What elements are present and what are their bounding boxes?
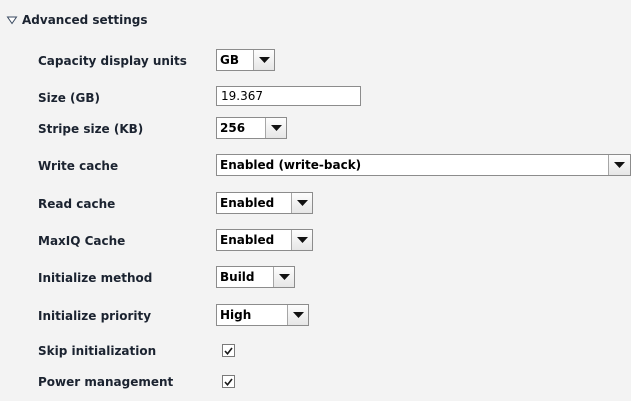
init-priority-dropdown-button[interactable] xyxy=(287,305,308,325)
maxiq-cache-value: Enabled xyxy=(220,233,275,247)
capacity-units-select[interactable]: GB xyxy=(216,49,275,71)
stripe-size-label: Stripe size (KB) xyxy=(38,122,144,136)
triangle-down-icon xyxy=(6,16,18,25)
chevron-down-icon xyxy=(270,125,282,131)
init-method-label: Initialize method xyxy=(38,271,153,285)
size-input[interactable]: 19.367 xyxy=(216,86,361,106)
write-cache-select[interactable]: Enabled (write-back) xyxy=(216,154,631,176)
maxiq-cache-row: MaxIQ Cache Enabled xyxy=(0,229,631,253)
init-priority-value: High xyxy=(220,308,252,322)
maxiq-cache-label: MaxIQ Cache xyxy=(38,234,126,248)
maxiq-cache-select[interactable]: Enabled xyxy=(216,229,313,251)
init-method-dropdown-button[interactable] xyxy=(273,267,294,287)
skip-init-label: Skip initialization xyxy=(38,344,157,358)
power-mgmt-label: Power management xyxy=(38,375,174,389)
checkmark-icon xyxy=(224,378,233,386)
init-method-select[interactable]: Build xyxy=(216,266,295,288)
capacity-units-value: GB xyxy=(220,53,239,67)
read-cache-dropdown-button[interactable] xyxy=(291,193,312,213)
read-cache-select[interactable]: Enabled xyxy=(216,192,313,214)
read-cache-label: Read cache xyxy=(38,197,116,211)
power-mgmt-checkbox[interactable] xyxy=(222,375,235,388)
chevron-down-icon xyxy=(296,237,308,243)
stripe-size-row: Stripe size (KB) 256 xyxy=(0,117,631,141)
capacity-units-row: Capacity display units GB xyxy=(0,49,631,73)
capacity-units-dropdown-button[interactable] xyxy=(253,50,274,70)
advanced-settings-panel: Advanced settings Capacity display units… xyxy=(0,0,631,401)
chevron-down-icon xyxy=(278,274,290,280)
chevron-down-icon xyxy=(296,200,308,206)
init-priority-row: Initialize priority High xyxy=(0,304,631,328)
stripe-size-select[interactable]: 256 xyxy=(216,117,287,139)
chevron-down-icon xyxy=(614,162,625,168)
size-row: Size (GB) 19.367 xyxy=(0,86,631,110)
chevron-down-icon xyxy=(258,57,270,63)
section-title: Advanced settings xyxy=(22,13,148,27)
read-cache-row: Read cache Enabled xyxy=(0,192,631,216)
init-method-value: Build xyxy=(220,270,255,284)
init-priority-label: Initialize priority xyxy=(38,309,152,323)
power-mgmt-row: Power management xyxy=(0,370,631,394)
stripe-size-value: 256 xyxy=(220,121,246,135)
size-label: Size (GB) xyxy=(38,91,101,105)
read-cache-value: Enabled xyxy=(220,196,275,210)
write-cache-label: Write cache xyxy=(38,159,119,173)
capacity-units-label: Capacity display units xyxy=(38,54,187,68)
maxiq-cache-dropdown-button[interactable] xyxy=(291,230,312,250)
skip-init-checkbox[interactable] xyxy=(222,344,235,357)
checkmark-icon xyxy=(224,347,233,355)
write-cache-value: Enabled (write-back) xyxy=(220,158,362,172)
init-priority-select[interactable]: High xyxy=(216,304,309,326)
stripe-size-dropdown-button[interactable] xyxy=(265,118,286,138)
chevron-down-icon xyxy=(292,312,304,318)
write-cache-row: Write cache Enabled (write-back) xyxy=(0,154,631,178)
advanced-settings-toggle[interactable]: Advanced settings xyxy=(6,11,148,29)
skip-init-row: Skip initialization xyxy=(0,339,631,363)
init-method-row: Initialize method Build xyxy=(0,266,631,290)
write-cache-dropdown-button[interactable] xyxy=(608,155,630,175)
